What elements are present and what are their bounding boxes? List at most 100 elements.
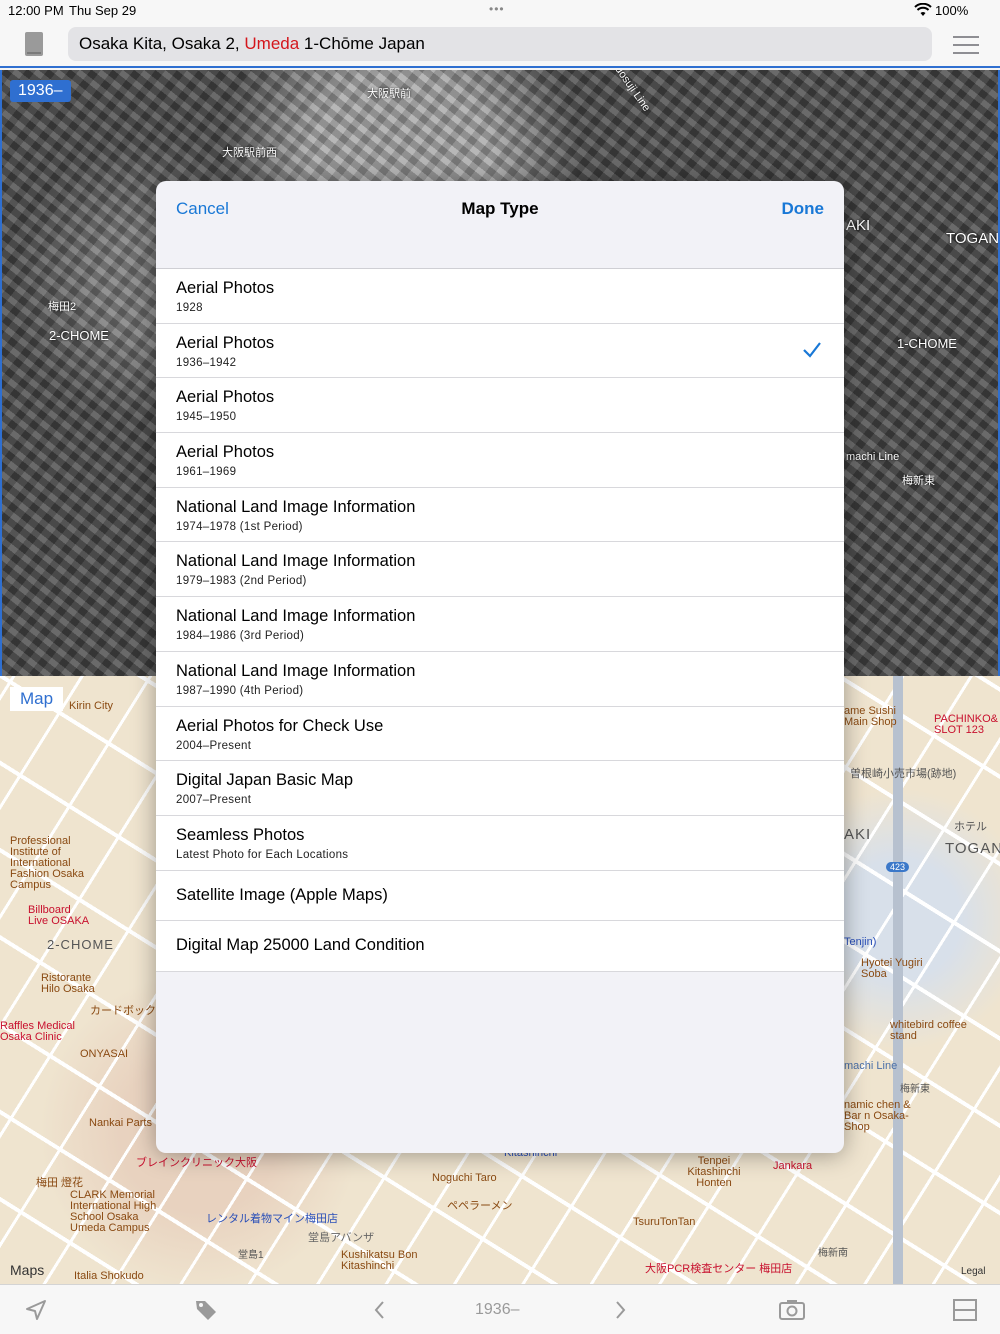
bottom-toolbar: 1936– xyxy=(0,1284,1000,1334)
option-subtitle: 2004–Present xyxy=(176,739,252,752)
map-label: ホテル xyxy=(954,821,987,833)
map-label: 梅田2 xyxy=(48,301,77,313)
route-shield: 423 xyxy=(886,862,910,872)
option-subtitle: 1979–1983 (2nd Period) xyxy=(176,575,307,588)
map-label: namic chen & Bar n Osaka-Shop xyxy=(844,1099,911,1133)
map-type-option[interactable]: Aerial Photos 1928 xyxy=(156,269,844,324)
map-type-option[interactable]: Aerial Photos 1945–1950 xyxy=(156,378,844,434)
split-view-icon[interactable] xyxy=(953,1298,977,1322)
option-subtitle: 1984–1986 (3rd Period) xyxy=(176,630,305,643)
location-arrow-icon[interactable] xyxy=(24,1298,48,1322)
option-title: Aerial Photos for Check Use xyxy=(176,716,384,735)
map-label: 堂島アバンザ xyxy=(308,1232,375,1244)
option-title: National Land Image Information xyxy=(176,661,416,680)
map-label: 大阪駅前西 xyxy=(222,147,277,159)
map-label: Nankai Parts xyxy=(89,1117,152,1129)
status-date: Thu Sep 29 xyxy=(69,3,137,18)
map-type-modal: Cancel Map Type Done Aerial Photos 1928 Ae… xyxy=(156,181,844,1153)
map-label: ame Sushi Main Shop xyxy=(844,705,897,728)
street-map-badge: Map xyxy=(10,687,64,711)
option-title: National Land Image Information xyxy=(176,497,416,516)
map-label: Kirin City xyxy=(69,700,114,712)
multitasking-dots-icon[interactable]: ••• xyxy=(489,2,505,16)
map-label: Noguchi Taro xyxy=(432,1172,497,1184)
option-title: Aerial Photos xyxy=(176,388,275,407)
address-highlight: Umeda xyxy=(244,34,300,53)
map-label: 大阪駅前 xyxy=(367,88,411,100)
option-title: Digital Japan Basic Map xyxy=(176,771,354,790)
option-subtitle: 1936–1942 xyxy=(176,356,237,369)
map-label: ペペラーメン xyxy=(447,1200,513,1212)
option-subtitle: Latest Photo for Each Locations xyxy=(176,848,349,861)
map-label: Kushikatsu Bon Kitashinchi xyxy=(341,1249,418,1272)
option-title: Aerial Photos xyxy=(176,333,275,352)
map-label: CLARK Memorial International High School… xyxy=(70,1189,157,1234)
map-type-option[interactable]: Aerial Photos 1936–1942 xyxy=(156,324,844,379)
map-label: 1-CHOME xyxy=(897,336,957,351)
map-label: ONYASAI xyxy=(80,1048,129,1060)
top-bar: Osaka Kita, Osaka 2, Umeda 1-Chōme Japan xyxy=(0,22,1000,68)
map-type-option[interactable]: Aerial Photos for Check Use 2004–Present xyxy=(156,707,844,762)
map-type-option[interactable]: Satellite Image (Apple Maps) xyxy=(156,871,844,922)
map-label: TOGAN xyxy=(946,230,1000,247)
address-suffix: 1-Chōme Japan xyxy=(303,34,425,53)
address-prefix: Osaka Kita, Osaka 2, xyxy=(79,34,240,53)
battery-percentage: 100% xyxy=(935,3,969,18)
camera-icon[interactable] xyxy=(779,1298,805,1322)
map-label: レンタル着物マイン梅田店 xyxy=(206,1213,338,1225)
option-subtitle: 1987–1990 (4th Period) xyxy=(176,684,304,697)
wifi-icon xyxy=(914,3,932,16)
map-type-option[interactable]: Digital Map 25000 Land Condition xyxy=(156,921,844,972)
chevron-right-icon[interactable] xyxy=(608,1298,632,1322)
aerial-period-badge: 1936– xyxy=(10,80,71,102)
option-subtitle: 1945–1950 xyxy=(176,411,237,424)
map-label: TsuruTonTan xyxy=(633,1216,696,1228)
map-label: Hyotei Yugiri Soba xyxy=(861,957,923,980)
chevron-left-icon[interactable] xyxy=(368,1298,392,1322)
map-label: whitebird coffee stand xyxy=(890,1019,967,1042)
option-subtitle: 1928 xyxy=(176,302,203,314)
option-subtitle: 1974–1978 (1st Period) xyxy=(176,520,303,533)
status-bar: 12:00 PM Thu Sep 29 ••• 100% xyxy=(0,0,1000,22)
map-label: 梅新南 xyxy=(818,1248,848,1259)
map-type-option[interactable]: Digital Japan Basic Map 2007–Present xyxy=(156,761,844,816)
address-field[interactable]: Osaka Kita, Osaka 2, Umeda 1-Chōme Japan xyxy=(68,27,932,61)
map-label: ブレインクリニック大阪 xyxy=(136,1157,257,1169)
map-label: 2-CHOME xyxy=(49,328,109,343)
map-label: PACHINKO& SLOT 123 xyxy=(934,713,998,736)
map-label: AKI xyxy=(846,217,871,234)
map-label: Tenpei Kitashinchi Honten xyxy=(687,1155,741,1189)
legal-link[interactable]: Legal xyxy=(961,1266,985,1277)
modal-title: Map Type xyxy=(461,199,539,218)
period-title: 1936– xyxy=(475,1301,520,1318)
map-label: 梅新東 xyxy=(900,1084,930,1095)
map-label: machi Line xyxy=(844,1060,898,1072)
map-label: 梅新東 xyxy=(902,475,935,487)
menu-icon[interactable] xyxy=(953,35,979,55)
checkmark-icon xyxy=(803,342,821,358)
map-type-option[interactable]: Aerial Photos 1961–1969 xyxy=(156,433,844,488)
map-type-option[interactable]: National Land Image Information 1979–1983… xyxy=(156,542,844,598)
map-label: Jankara xyxy=(773,1160,813,1172)
map-type-option[interactable]: Seamless Photos Latest Photo for Each Loc… xyxy=(156,816,844,871)
map-type-list: Aerial Photos 1928 Aerial Photos 1936–1942 A… xyxy=(156,269,844,972)
apple-maps-logo: Maps xyxy=(10,1262,45,1278)
status-time: 12:00 PM xyxy=(8,3,64,18)
map-label: Tenjin) xyxy=(844,936,877,948)
option-title: Aerial Photos xyxy=(176,443,275,462)
option-subtitle: 1961–1969 xyxy=(176,466,237,479)
map-type-option[interactable]: National Land Image Information 1984–1986… xyxy=(156,597,844,652)
map-label: Raffles Medical Osaka Clinic xyxy=(0,1020,75,1043)
map-label: Ristorante Hilo Osaka xyxy=(41,972,95,995)
done-button[interactable]: Done xyxy=(782,199,825,219)
option-title: Aerial Photos xyxy=(176,279,275,297)
map-label: カードボック xyxy=(90,1005,156,1017)
map-label: 大阪PCR検査センター 梅田店 xyxy=(645,1263,793,1275)
map-label: Italia Shokudo xyxy=(74,1270,144,1282)
map-type-option[interactable]: National Land Image Information 1974–1978… xyxy=(156,488,844,543)
map-type-option[interactable]: National Land Image Information 1987–1990… xyxy=(156,652,844,707)
option-title: Satellite Image (Apple Maps) xyxy=(176,885,388,904)
tag-icon[interactable] xyxy=(194,1298,218,1322)
option-title: National Land Image Information xyxy=(176,607,416,626)
device-icon[interactable] xyxy=(24,31,44,57)
